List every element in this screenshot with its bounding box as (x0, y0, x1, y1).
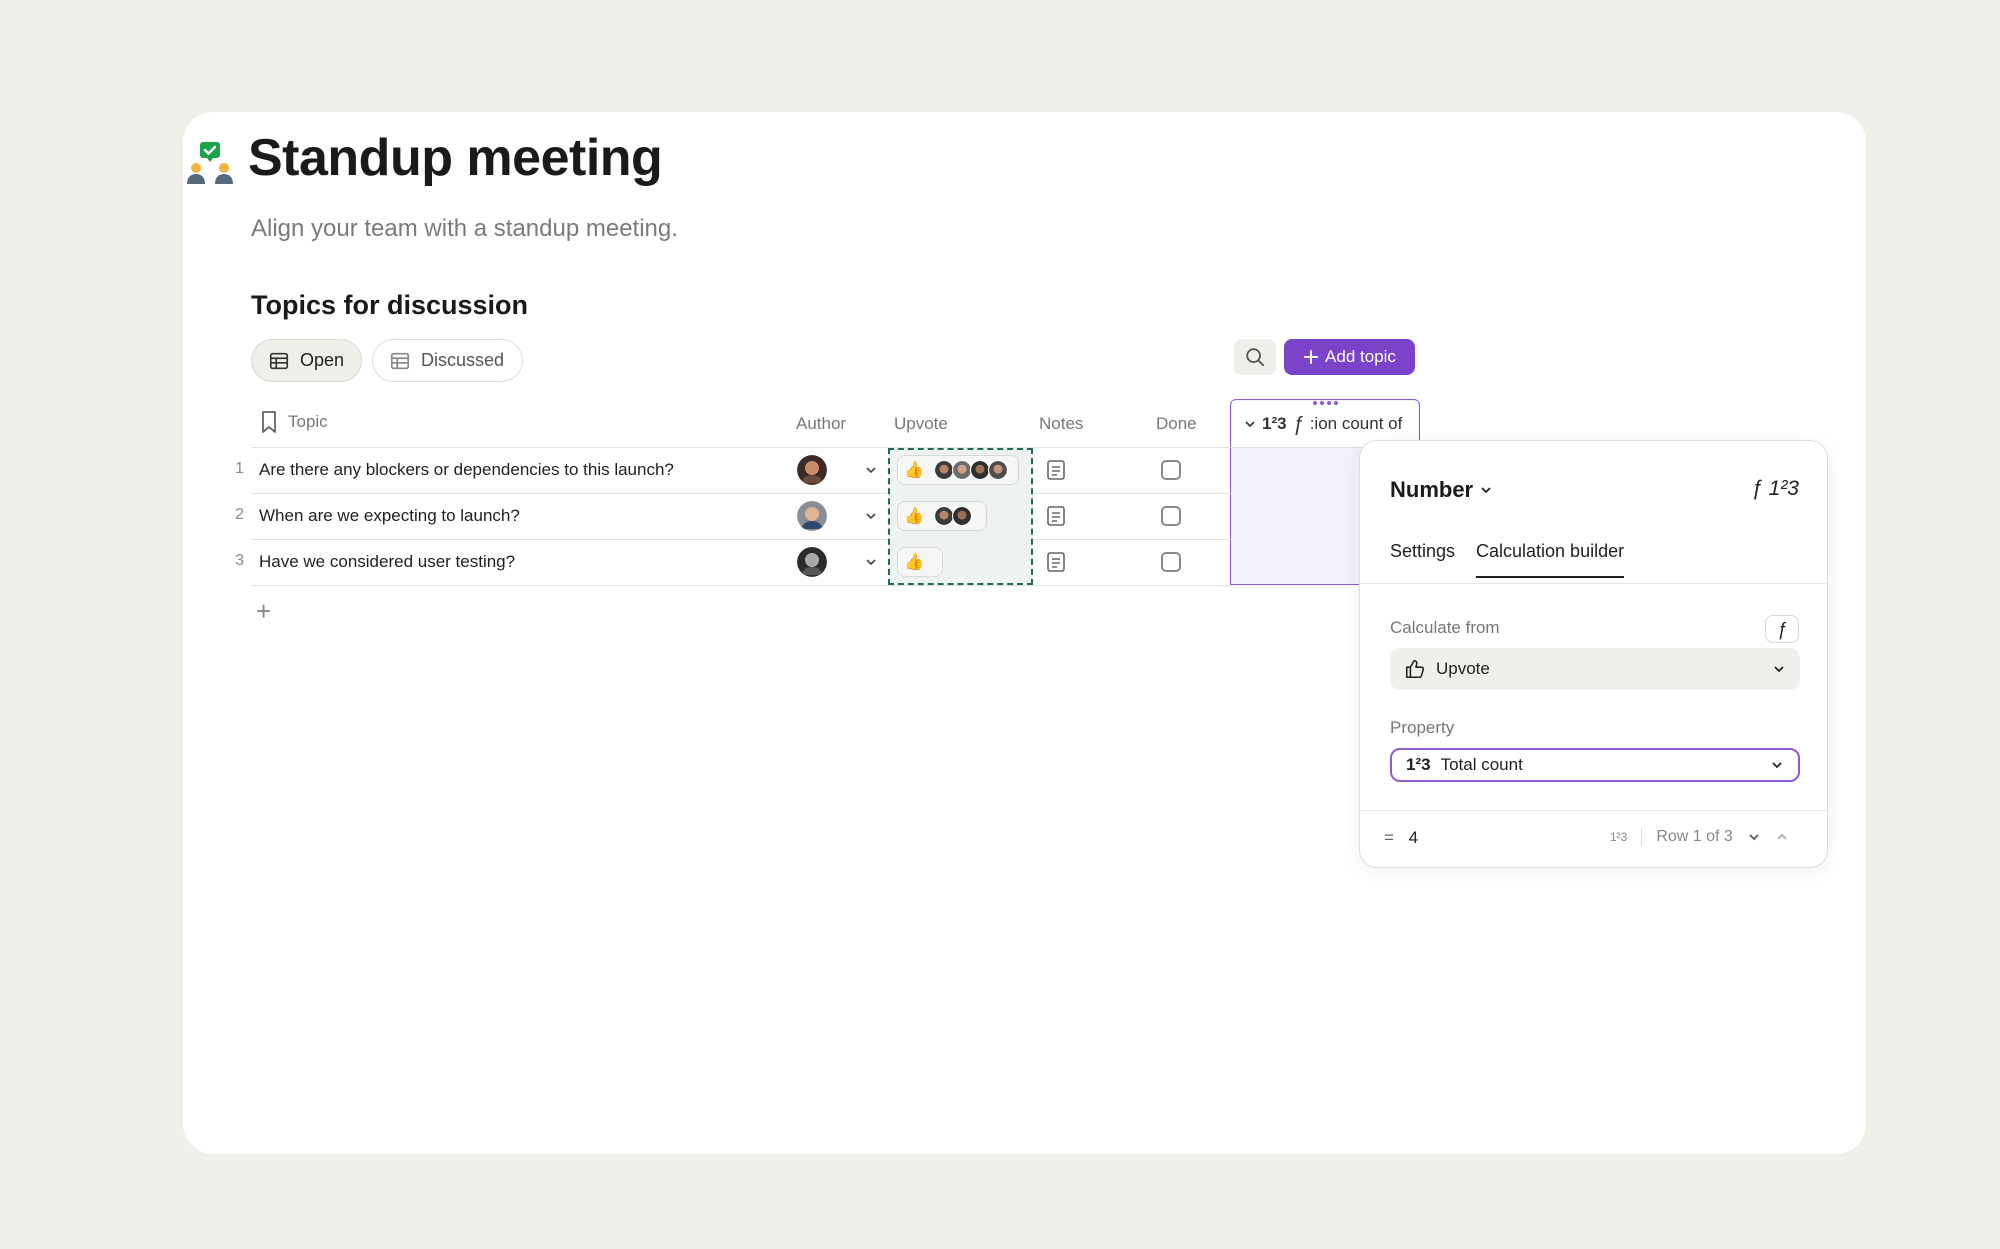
column-header-notes[interactable]: Notes (1039, 414, 1083, 434)
column-header-done[interactable]: Done (1156, 414, 1197, 434)
property-label: Property (1390, 718, 1455, 737)
done-checkbox[interactable] (1161, 460, 1181, 480)
avatar (951, 460, 972, 480)
avatar (951, 506, 972, 526)
add-topic-label: Add topic (1325, 347, 1396, 366)
chevron-down-icon (1245, 421, 1255, 428)
tab-open[interactable]: Open (251, 339, 362, 382)
avatar (987, 460, 1008, 480)
table-view-icon (269, 352, 289, 369)
row-number: 2 (235, 506, 244, 523)
done-checkbox[interactable] (1161, 552, 1181, 572)
formula-toggle-button[interactable]: ƒ (1765, 615, 1799, 643)
table-title[interactable]: Topics for discussion (251, 290, 528, 321)
property-value: Total count (1440, 755, 1523, 774)
row-position-label: Row 1 of 3 (1656, 828, 1733, 845)
tab-calculation-builder[interactable]: Calculation builder (1476, 541, 1625, 578)
thumbs-up-icon (1405, 659, 1425, 679)
formula-settings-panel: Number ƒ 1²3 Settings Calculation builde… (1359, 440, 1828, 868)
formula-number-icon: ƒ 1²3 (1751, 477, 1799, 500)
column-type-dropdown[interactable]: Number (1390, 477, 1493, 503)
plus-icon (1304, 350, 1319, 364)
team-meeting-icon (187, 142, 233, 184)
column-header-author[interactable]: Author (796, 414, 846, 434)
column-header-upvote[interactable]: Upvote (894, 414, 948, 434)
bookmark-icon (262, 411, 276, 433)
chevron-down-icon (1774, 666, 1784, 673)
calculate-from-select[interactable]: Upvote (1390, 648, 1800, 690)
notes-icon[interactable] (1045, 505, 1067, 527)
row-topic[interactable]: Have we considered user testing? (259, 552, 515, 572)
upvote-reactions[interactable]: 👍 (897, 501, 987, 531)
row-divider (251, 585, 1231, 586)
thumbs-up-icon: 👍 (904, 462, 924, 479)
equals-sign: = (1384, 828, 1394, 847)
thumbs-up-icon: 👍 (904, 554, 924, 571)
search-icon (1246, 348, 1265, 367)
chevron-down-icon (1772, 762, 1782, 769)
row-topic[interactable]: Are there any blockers or dependencies t… (259, 460, 674, 480)
author-avatar[interactable] (797, 455, 827, 485)
upvote-reactions[interactable]: 👍 (897, 455, 1019, 485)
formula-column-label: :ion count of (1309, 414, 1403, 433)
panel-divider (1360, 583, 1827, 584)
number-format-icon: 1²3 (1610, 830, 1628, 844)
search-button[interactable] (1234, 339, 1276, 375)
drag-handle-icon[interactable] (1312, 400, 1340, 406)
avatar (933, 506, 954, 526)
tab-open-label: Open (300, 350, 345, 370)
avatar (933, 460, 954, 480)
tab-discussed-label: Discussed (421, 350, 505, 370)
formula-icon: ƒ (1292, 412, 1304, 435)
calculate-from-label: Calculate from (1390, 618, 1500, 637)
page-subtitle[interactable]: Align your team with a standup meeting. (251, 215, 678, 243)
row-divider (251, 539, 1231, 540)
author-avatar[interactable] (797, 501, 827, 531)
tab-discussed[interactable]: Discussed (372, 339, 523, 382)
tab-settings[interactable]: Settings (1390, 541, 1455, 562)
avatar (969, 460, 990, 480)
notes-icon[interactable] (1045, 551, 1067, 573)
notes-icon[interactable] (1045, 459, 1067, 481)
upvote-reactions[interactable]: 👍 (897, 547, 943, 577)
thumbs-up-icon: 👍 (904, 508, 924, 525)
row-number: 1 (235, 460, 244, 477)
row-topic[interactable]: When are we expecting to launch? (259, 506, 520, 526)
column-type-label: Number (1390, 477, 1474, 502)
chevron-down-icon (1481, 487, 1491, 494)
page-title[interactable]: Standup meeting (248, 128, 663, 188)
chevron-down-icon[interactable] (864, 463, 878, 477)
chevron-down-icon[interactable] (864, 509, 878, 523)
row-divider (251, 447, 1231, 448)
chevron-down-icon[interactable] (1747, 830, 1761, 844)
result-navigation: 1²3 Row 1 of 3 (1610, 828, 1789, 846)
column-topic-label: Topic (288, 412, 328, 431)
panel-divider (1360, 810, 1827, 811)
author-avatar[interactable] (797, 547, 827, 577)
result-number: 4 (1408, 828, 1419, 847)
chevron-down-icon[interactable] (864, 555, 878, 569)
table-view-icon (390, 352, 410, 369)
add-row-button[interactable]: + (256, 596, 271, 627)
number-format-icon: 1²3 (1406, 755, 1431, 774)
row-number: 3 (235, 552, 244, 569)
add-topic-button[interactable]: Add topic (1284, 339, 1415, 375)
chevron-up-icon[interactable] (1775, 830, 1789, 844)
row-divider (251, 493, 1231, 494)
done-checkbox[interactable] (1161, 506, 1181, 526)
property-select[interactable]: 1²3 Total count (1390, 748, 1800, 782)
result-value: = 4 (1384, 828, 1418, 848)
column-header-topic[interactable]: Topic (260, 410, 328, 434)
calculate-from-value: Upvote (1436, 659, 1490, 678)
number-format-icon: 1²3 (1262, 414, 1287, 433)
